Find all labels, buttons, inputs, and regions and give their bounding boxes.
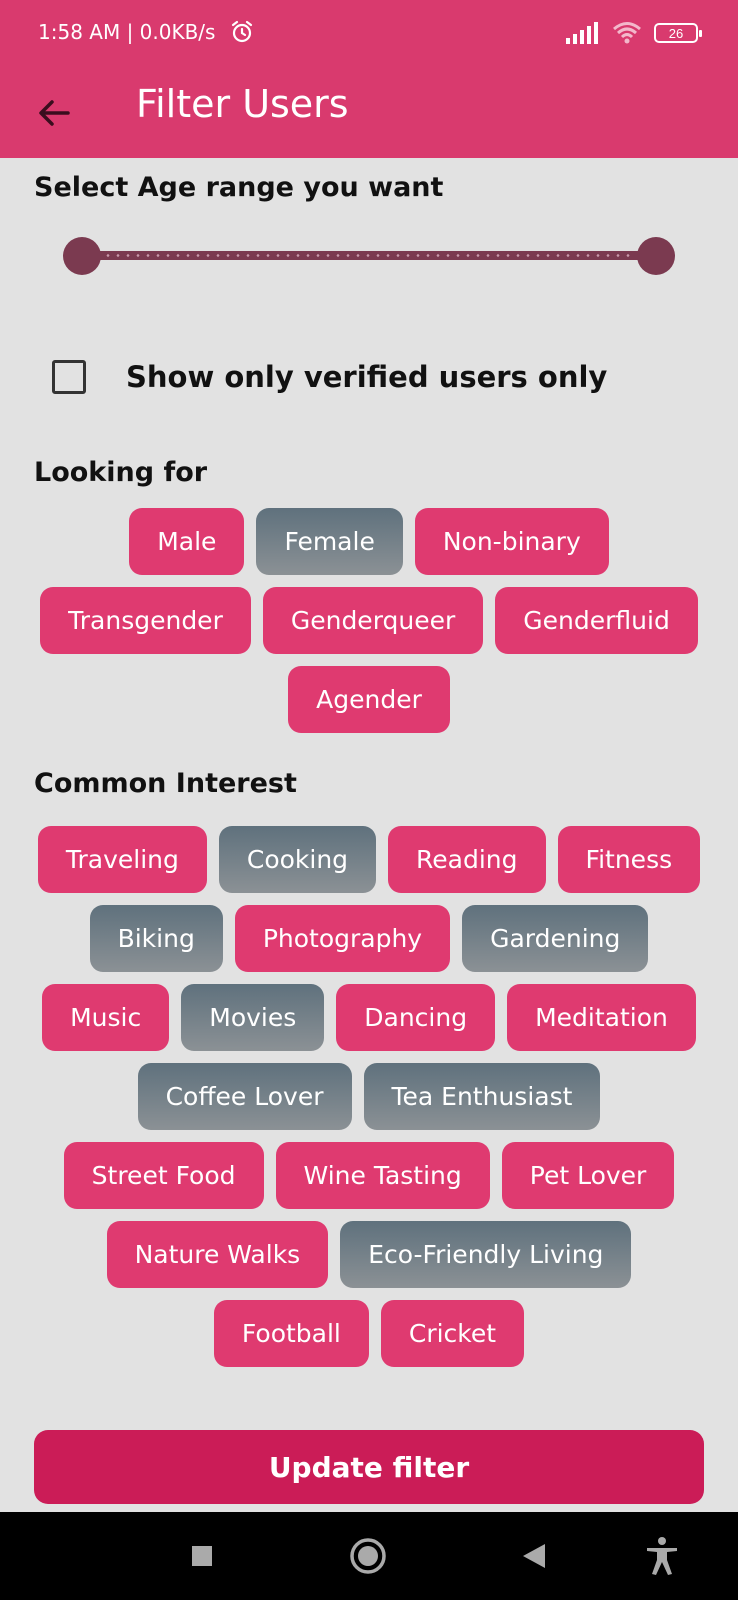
chip-female[interactable]: Female: [256, 508, 403, 575]
home-button[interactable]: [346, 1534, 390, 1578]
chip-male[interactable]: Male: [129, 508, 245, 575]
app-bar: Filter Users: [0, 68, 738, 158]
chip-biking[interactable]: Biking: [89, 905, 223, 972]
page-title: Filter Users: [136, 82, 349, 126]
chip-gardening[interactable]: Gardening: [462, 905, 649, 972]
back-button[interactable]: [26, 85, 82, 141]
accessibility-button[interactable]: [640, 1534, 684, 1578]
verified-label: Show only verified users only: [126, 360, 608, 394]
navigation-bar: [0, 1512, 738, 1600]
chip-coffee-lover[interactable]: Coffee Lover: [137, 1063, 352, 1130]
status-bar: 1:58 AM | 0.0KB/s 26: [0, 0, 738, 68]
chip-wine-tasting[interactable]: Wine Tasting: [275, 1142, 490, 1209]
alarm-icon: [231, 20, 253, 43]
chip-non-binary[interactable]: Non-binary: [414, 508, 609, 575]
chip-cricket[interactable]: Cricket: [380, 1300, 525, 1367]
status-time: 1:58 AM | 0.0KB/s: [38, 20, 216, 44]
wifi-icon: [613, 22, 641, 44]
chip-genderfluid[interactable]: Genderfluid: [495, 587, 698, 654]
chip-agender[interactable]: Agender: [288, 666, 450, 733]
chip-cooking[interactable]: Cooking: [218, 826, 377, 893]
chip-pet-lover[interactable]: Pet Lover: [501, 1142, 675, 1209]
chip-dancing[interactable]: Dancing: [336, 984, 496, 1051]
chip-photography[interactable]: Photography: [234, 905, 451, 972]
slider-thumb-min[interactable]: [63, 237, 101, 275]
looking-for-chips: Male Female Non-binary Transgender Genderque…: [34, 508, 704, 733]
chip-reading[interactable]: Reading: [388, 826, 546, 893]
signal-icon: [566, 22, 598, 44]
chip-fitness[interactable]: Fitness: [557, 826, 701, 893]
slider-thumb-max[interactable]: [637, 237, 675, 275]
arrow-left-icon: [39, 100, 70, 126]
battery-indicator: 26: [654, 23, 702, 43]
verified-checkbox[interactable]: [52, 360, 86, 394]
status-icons: 26: [566, 20, 702, 46]
chip-street-food[interactable]: Street Food: [63, 1142, 264, 1209]
chip-meditation[interactable]: Meditation: [507, 984, 696, 1051]
chip-tea-enthusiast[interactable]: Tea Enthusiast: [363, 1063, 601, 1130]
common-interest-title: Common Interest: [34, 768, 297, 799]
triangle-back-icon: [523, 1544, 545, 1568]
nav-back-button[interactable]: [512, 1534, 556, 1578]
accessibility-icon: [647, 1537, 677, 1575]
chip-transgender[interactable]: Transgender: [40, 587, 251, 654]
recents-button[interactable]: [180, 1534, 224, 1578]
age-range-slider[interactable]: [63, 236, 675, 276]
square-icon: [192, 1546, 212, 1566]
verified-only-row[interactable]: Show only verified users only: [52, 360, 607, 394]
chip-nature-walks[interactable]: Nature Walks: [106, 1221, 329, 1288]
chip-football[interactable]: Football: [213, 1300, 369, 1367]
chip-traveling[interactable]: Traveling: [37, 826, 207, 893]
circle-icon: [350, 1538, 386, 1574]
chip-music[interactable]: Music: [42, 984, 170, 1051]
chip-movies[interactable]: Movies: [181, 984, 325, 1051]
update-filter-button[interactable]: Update filter: [34, 1430, 704, 1504]
slider-dots: [103, 254, 635, 257]
age-range-title: Select Age range you want: [34, 172, 444, 203]
chip-eco-friendly-living[interactable]: Eco-Friendly Living: [340, 1221, 632, 1288]
looking-for-title: Looking for: [34, 457, 208, 488]
interest-chips: Traveling Cooking Reading Fitness Biking Phot…: [34, 826, 704, 1367]
chip-genderqueer[interactable]: Genderqueer: [262, 587, 484, 654]
